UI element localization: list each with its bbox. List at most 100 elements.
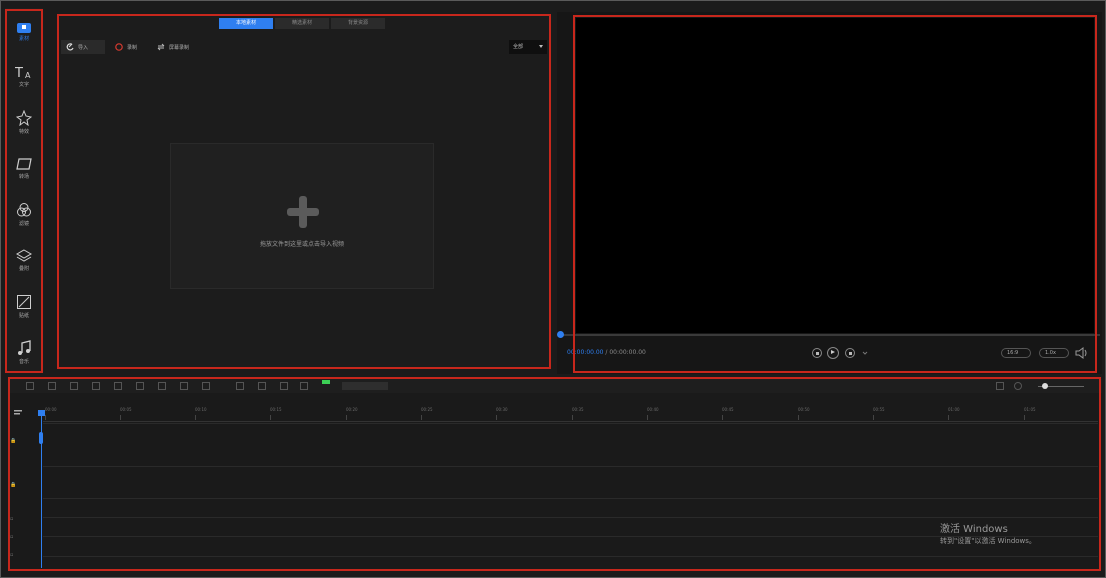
sidebar-item-label: 音乐 <box>18 358 29 365</box>
tab-featured-media[interactable]: 精选素材 <box>275 18 329 29</box>
mosaic-icon[interactable] <box>280 382 288 390</box>
overlay-icon <box>16 248 32 262</box>
track-pip[interactable] <box>43 423 1098 467</box>
sidebar-item-label: 特效 <box>18 128 29 135</box>
media-tabs: 本地素材 精选素材 背景资源 <box>219 18 385 29</box>
track-lock-icon[interactable]: 🔒 <box>10 482 16 488</box>
watermark-title: 激活 Windows <box>940 524 1008 535</box>
sidebar-item-label: 文字 <box>18 81 29 88</box>
track-visibility-icon[interactable]: ▫ <box>10 534 13 540</box>
play-icon <box>831 350 835 354</box>
ruler-tick: 00:45 <box>722 407 734 420</box>
scrubber-handle[interactable] <box>557 331 564 338</box>
track-headers: 🔒 🔒 ▫ ▫ ▫ <box>8 400 42 566</box>
screen-record-label: 屏幕录制 <box>169 44 190 51</box>
watermark-subtitle: 转到"设置"以激活 Windows。 <box>940 537 1036 545</box>
timeline-toolbar <box>8 379 1102 393</box>
ruler-tick: 00:15 <box>270 407 282 420</box>
ruler-tick: 00:25 <box>421 407 433 420</box>
split-icon[interactable] <box>92 382 100 390</box>
dropzone-text: 拖放文件到这里或点击导入视频 <box>259 241 344 248</box>
tab-background-resources[interactable]: 背景资源 <box>331 18 385 29</box>
speed-icon[interactable] <box>158 382 166 390</box>
sidebar-item-label: 叠附 <box>18 265 29 272</box>
freeze-frame-icon[interactable] <box>180 382 188 390</box>
color-icon[interactable] <box>202 382 210 390</box>
track-text[interactable] <box>43 498 1098 518</box>
track-lock-icon[interactable]: 🔒 <box>10 438 16 444</box>
aspect-ratio-select[interactable]: 16:9 <box>1001 348 1031 358</box>
playback-speed-select[interactable]: 1.0x <box>1039 348 1069 358</box>
delete-icon[interactable] <box>70 382 78 390</box>
next-frame-button[interactable] <box>845 348 855 358</box>
media-panel: 本地素材 精选素材 背景资源 导入 录制 屏幕录制 全部 拖放文件到这里或点击导… <box>57 14 551 368</box>
layers-icon[interactable] <box>300 382 308 390</box>
transition-icon <box>16 157 32 170</box>
sidebar-item-music[interactable]: 音乐 <box>5 330 43 374</box>
microphone-icon[interactable] <box>236 382 244 390</box>
ruler-tick: 01:05 <box>1024 407 1036 420</box>
stop-icon <box>815 351 819 355</box>
import-label: 导入 <box>78 44 89 51</box>
sidebar-item-label: 素材 <box>18 35 29 42</box>
ruler-tick: 00:55 <box>873 407 885 420</box>
preview-screen <box>576 18 1094 333</box>
screen-record-button[interactable]: 屏幕录制 <box>157 40 189 54</box>
stop-button[interactable] <box>812 348 822 358</box>
track-visibility-icon[interactable]: ▫ <box>10 516 13 522</box>
crop-icon[interactable] <box>114 382 122 390</box>
zoom-slider-handle[interactable] <box>1042 383 1048 389</box>
sidebar-item-filter[interactable]: 滤镜 <box>5 192 43 236</box>
sidebar-item-text[interactable]: TA 文字 <box>5 54 43 98</box>
import-button[interactable]: 导入 <box>61 40 105 54</box>
timeline-ruler[interactable]: 00:00 00:05 00:10 00:15 00:20 00:25 00:3… <box>43 403 1098 422</box>
undo-icon[interactable] <box>26 382 34 390</box>
sparkle-icon <box>16 109 32 126</box>
media-icon <box>17 22 31 33</box>
status-indicator <box>322 380 330 384</box>
preview-scrubber[interactable] <box>560 334 1100 336</box>
music-note-icon <box>18 339 31 355</box>
media-filter-value: 全部 <box>513 44 524 50</box>
ruler-tick: 01:00 <box>948 407 960 420</box>
record-icon <box>115 43 123 51</box>
plus-icon <box>287 196 319 228</box>
ruler-tick: 00:40 <box>647 407 659 420</box>
ruler-tick: 00:05 <box>120 407 132 420</box>
sidebar-item-media[interactable]: 素材 <box>5 10 43 54</box>
track-video[interactable] <box>43 466 1098 499</box>
ruler-tick: 00:10 <box>195 407 207 420</box>
sidebar-item-effects[interactable]: 特效 <box>5 100 43 144</box>
fit-view-icon[interactable] <box>996 382 1004 390</box>
sidebar-item-sticker[interactable]: 贴纸 <box>5 284 43 328</box>
screen-record-icon[interactable] <box>258 382 266 390</box>
svg-text:T: T <box>15 66 23 79</box>
zoom-icon[interactable] <box>1014 382 1022 390</box>
preview-timecode: 00:00:00.00 / 00:00:00.00 <box>567 349 646 356</box>
ruler-tick: 00:20 <box>346 407 358 420</box>
ruler-tick: 00:30 <box>496 407 508 420</box>
media-toolbar: 导入 录制 屏幕录制 全部 <box>61 40 547 54</box>
import-icon <box>66 43 74 51</box>
playhead-marker[interactable] <box>39 432 43 444</box>
activation-watermark: 激活 Windows 转到"设置"以激活 Windows。 <box>940 524 1036 546</box>
svg-text:A: A <box>25 71 31 79</box>
record-button[interactable]: 录制 <box>115 40 137 54</box>
play-button[interactable] <box>827 347 839 359</box>
tab-local-media[interactable]: 本地素材 <box>219 18 273 29</box>
sidebar-item-overlay[interactable]: 叠附 <box>5 238 43 282</box>
ruler-tick: 00:00 <box>45 407 57 420</box>
sticker-icon <box>17 294 31 309</box>
track-visibility-icon[interactable]: ▫ <box>10 552 13 558</box>
text-icon: TA <box>15 66 31 79</box>
redo-icon[interactable] <box>48 382 56 390</box>
media-filter-select[interactable]: 全部 <box>509 40 547 54</box>
expand-chevron-icon[interactable] <box>862 350 868 356</box>
sidebar-item-transition[interactable]: 转场 <box>5 146 43 190</box>
timeline-action-button[interactable] <box>342 382 388 390</box>
media-dropzone[interactable]: 拖放文件到这里或点击导入视频 <box>170 143 434 289</box>
sidebar-item-label: 贴纸 <box>18 312 29 319</box>
track-menu-icon[interactable] <box>14 410 24 416</box>
rotate-icon[interactable] <box>136 382 144 390</box>
volume-icon[interactable] <box>1075 347 1087 359</box>
